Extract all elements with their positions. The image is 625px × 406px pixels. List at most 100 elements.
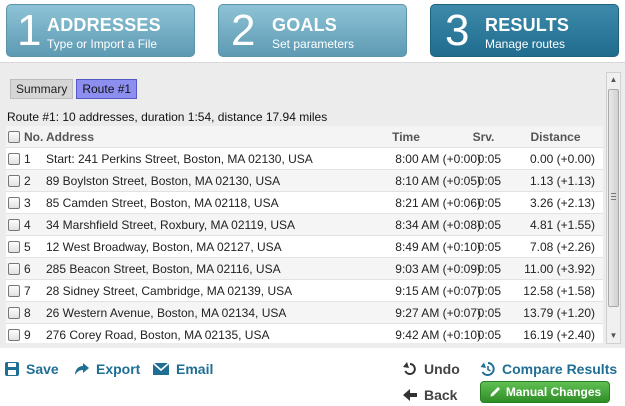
- table-row[interactable]: 1 Start: 241 Perkins Street, Boston, MA …: [6, 148, 603, 170]
- row-distance: 7.08 (+2.26): [529, 240, 595, 254]
- row-time: 8:34 AM (+0:08): [395, 218, 481, 232]
- header-no: No.: [24, 130, 44, 144]
- compare-results-label: Compare Results: [502, 361, 618, 377]
- step-addresses-tab[interactable]: 1 ADDRESSES Type or Import a File: [6, 4, 195, 57]
- row-checkbox[interactable]: [8, 258, 22, 280]
- table-row[interactable]: 7 28 Sidney Street, Cambridge, MA 02139,…: [6, 280, 603, 302]
- row-no: 4: [24, 218, 31, 232]
- envelope-icon: [152, 362, 170, 375]
- row-no: 2: [24, 174, 31, 188]
- table-row[interactable]: 4 34 Marshfield Street, Roxbury, MA 0211…: [6, 214, 603, 236]
- undo-button[interactable]: Undo: [402, 359, 460, 379]
- table-row[interactable]: 9 276 Corey Road, Boston, MA 02135, USA …: [6, 324, 603, 343]
- row-checkbox[interactable]: [8, 170, 22, 192]
- step-subtitle: Set parameters: [272, 37, 355, 51]
- row-time: 9:27 AM (+0:07): [395, 306, 481, 320]
- row-time: 8:21 AM (+0:06): [395, 196, 481, 210]
- step-subtitle: Type or Import a File: [47, 37, 158, 51]
- row-address: 34 Marshfield Street, Roxbury, MA 02119,…: [46, 218, 296, 232]
- row-address: 276 Corey Road, Boston, MA 02135, USA: [46, 328, 270, 342]
- table-scrollbar[interactable]: ▲ ▼: [606, 72, 621, 344]
- table-header: No. Address Time Srv. Distance: [6, 126, 603, 148]
- export-button[interactable]: Export: [74, 359, 140, 379]
- back-label: Back: [424, 387, 458, 403]
- row-address: 89 Boylston Street, Boston, MA 02130, US…: [46, 174, 281, 188]
- compare-results-button[interactable]: Compare Results: [480, 359, 617, 379]
- email-label: Email: [176, 361, 214, 377]
- row-checkbox[interactable]: [8, 236, 22, 258]
- step-number: 1: [17, 6, 42, 55]
- row-distance: 12.58 (+1.58): [523, 284, 595, 298]
- table-row[interactable]: 2 89 Boylston Street, Boston, MA 02130, …: [6, 170, 603, 192]
- undo-label: Undo: [424, 361, 460, 377]
- save-label: Save: [26, 361, 59, 377]
- row-time: 9:42 AM (+0:10): [395, 328, 481, 342]
- email-button[interactable]: Email: [152, 359, 213, 379]
- step-title: ADDRESSES: [47, 15, 161, 35]
- back-arrow-icon: [403, 389, 417, 401]
- row-checkbox[interactable]: [8, 280, 22, 302]
- row-time: 8:49 AM (+0:10): [395, 240, 481, 254]
- scroll-down-arrow-icon[interactable]: ▼: [607, 329, 620, 343]
- tab-summary[interactable]: Summary: [10, 79, 74, 99]
- step-subtitle: Manage routes: [485, 37, 566, 51]
- share-arrow-icon: [75, 363, 89, 375]
- row-checkbox[interactable]: [8, 302, 22, 324]
- export-label: Export: [96, 361, 141, 377]
- row-time: 8:00 AM (+0:00): [395, 152, 481, 166]
- pencil-icon: [490, 387, 500, 397]
- header-time: Time: [392, 130, 420, 144]
- row-checkbox[interactable]: [8, 148, 22, 170]
- manual-changes-button[interactable]: Manual Changes: [480, 381, 610, 403]
- history-clock-icon: [480, 362, 495, 376]
- header-distance: Distance: [530, 130, 581, 144]
- select-all-checkbox[interactable]: [8, 126, 22, 148]
- row-no: 8: [24, 306, 31, 320]
- row-time: 9:03 AM (+0:09): [395, 262, 481, 276]
- row-distance: 1.13 (+1.13): [529, 174, 595, 188]
- row-time: 8:10 AM (+0:05): [395, 174, 481, 188]
- back-button[interactable]: Back: [402, 385, 457, 405]
- step-title: RESULTS: [485, 15, 570, 35]
- row-distance: 3.26 (+2.13): [529, 196, 595, 210]
- table-row[interactable]: 8 26 Western Avenue, Boston, MA 02134, U…: [6, 302, 603, 324]
- row-address: 28 Sidney Street, Cambridge, MA 02139, U…: [46, 284, 293, 298]
- undo-arrow-icon: [403, 362, 416, 375]
- floppy-disk-icon: [5, 362, 19, 376]
- route-summary: Route #1: 10 addresses, duration 1:54, d…: [7, 110, 328, 124]
- row-address: 285 Beacon Street, Boston, MA 02116, USA: [46, 262, 281, 276]
- row-checkbox[interactable]: [8, 214, 22, 236]
- row-distance: 13.79 (+1.20): [523, 306, 595, 320]
- row-no: 7: [24, 284, 31, 298]
- step-goals-tab[interactable]: 2 GOALS Set parameters: [218, 4, 407, 57]
- row-no: 5: [24, 240, 31, 254]
- row-distance: 4.81 (+1.55): [529, 218, 595, 232]
- row-address: 12 West Broadway, Boston, MA 02127, USA: [46, 240, 282, 254]
- row-address: Start: 241 Perkins Street, Boston, MA 02…: [46, 152, 313, 166]
- results-panel: Summary Route #1 Route #1: 10 addresses, …: [0, 62, 625, 348]
- step-number: 2: [231, 6, 256, 55]
- scrollbar-thumb[interactable]: [608, 89, 619, 307]
- row-distance: 11.00 (+3.92): [524, 262, 595, 276]
- header-address: Address: [46, 130, 95, 144]
- scroll-up-arrow-icon[interactable]: ▲: [607, 73, 620, 87]
- row-checkbox[interactable]: [8, 192, 22, 214]
- row-distance: 16.19 (+2.40): [523, 328, 595, 342]
- tab-route-1[interactable]: Route #1: [76, 79, 138, 99]
- step-results-tab[interactable]: 3 RESULTS Manage routes: [430, 4, 619, 57]
- row-distance: 0.00 (+0.00): [529, 152, 595, 166]
- row-address: 26 Western Avenue, Boston, MA 02134, USA: [46, 306, 287, 320]
- table-row[interactable]: 3 85 Camden Street, Boston, MA 02118, US…: [6, 192, 603, 214]
- table-row[interactable]: 5 12 West Broadway, Boston, MA 02127, US…: [6, 236, 603, 258]
- row-time: 9:15 AM (+0:07): [395, 284, 481, 298]
- row-no: 3: [24, 196, 31, 210]
- row-no: 9: [24, 328, 31, 342]
- table-row[interactable]: 6 285 Beacon Street, Boston, MA 02116, U…: [6, 258, 603, 280]
- manual-changes-label: Manual Changes: [505, 385, 602, 399]
- row-no: 1: [24, 152, 31, 166]
- save-button[interactable]: Save: [4, 359, 59, 379]
- row-checkbox[interactable]: [8, 324, 22, 343]
- wizard-steps: 1 ADDRESSES Type or Import a File 2 GOAL…: [0, 0, 625, 62]
- step-title: GOALS: [272, 15, 338, 35]
- route-tabs: Summary Route #1: [10, 79, 140, 99]
